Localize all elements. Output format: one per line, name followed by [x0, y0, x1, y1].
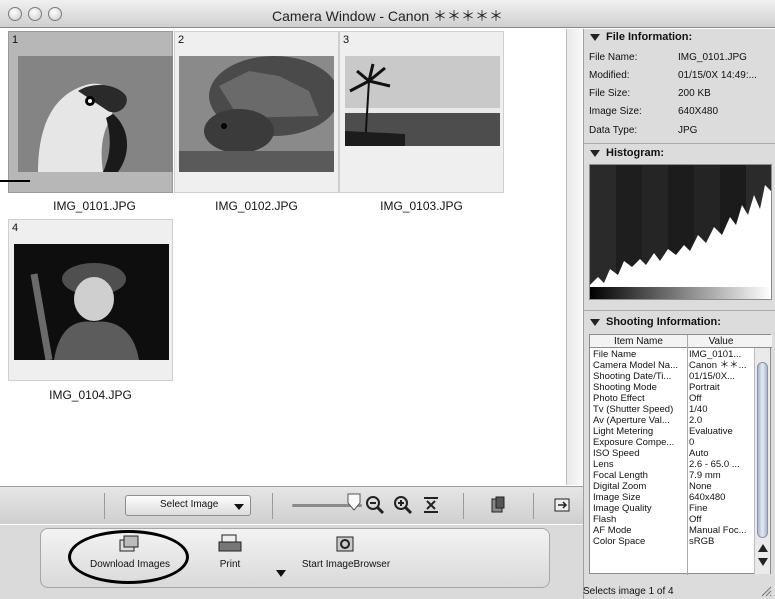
- status-text: Selects image 1 of 4: [583, 586, 674, 597]
- dropdown-arrow-icon: [234, 504, 244, 510]
- imagebrowser-icon: [336, 536, 354, 552]
- table-row: Camera Model Na... Canon ＊＊...: [593, 360, 747, 371]
- panel-divider: [584, 143, 775, 144]
- column-header-item-name[interactable]: Item Name: [590, 336, 687, 347]
- table-row: Image Quality Fine: [593, 503, 708, 514]
- toolbar-divider: [533, 493, 534, 519]
- column-header-value[interactable]: Value: [688, 336, 754, 347]
- thumbnail-1[interactable]: 1: [8, 31, 173, 193]
- table-row: File Name IMG_0101...: [593, 349, 742, 360]
- thumbnail-4[interactable]: 4: [8, 219, 173, 381]
- window-title: Camera Window - Canon ＊＊＊＊＊: [271, 8, 504, 24]
- photo-beach-sunset: [345, 56, 500, 146]
- callout-line: [0, 180, 30, 182]
- delete-icon[interactable]: [488, 495, 508, 515]
- photo-parrot: [18, 56, 173, 172]
- thumbnail-caption: IMG_0102.JPG: [215, 199, 298, 213]
- info-panel: File Information: File Name: IMG_0101.JPG…: [583, 29, 775, 599]
- toolbar-divider: [272, 493, 273, 519]
- shooting-information-header[interactable]: Shooting Information:: [590, 316, 721, 328]
- disclosure-triangle-icon: [590, 149, 600, 157]
- table-row: Focal Length 7.9 mm: [593, 470, 721, 481]
- file-information-header[interactable]: File Information:: [590, 31, 692, 43]
- histogram-chart: [589, 164, 772, 300]
- scroll-down-icon[interactable]: [758, 558, 768, 566]
- resize-grip-icon[interactable]: [760, 585, 772, 597]
- table-row: Image Size 640x480: [593, 492, 726, 503]
- table-row: Flash Off: [593, 514, 702, 525]
- select-image-label: Select Image: [160, 499, 219, 510]
- table-row: Lens 2.6 - 65.0 ...: [593, 459, 740, 470]
- shooting-info-table: Item Name Value File Name IMG_0101... Cam…: [589, 334, 772, 575]
- fit-icon[interactable]: [421, 495, 441, 515]
- table-header: Item Name Value: [590, 335, 772, 348]
- table-row: Shooting Date/Ti... 01/15/0X...: [593, 371, 735, 382]
- zoom-in-icon[interactable]: [393, 495, 413, 515]
- table-row: AF Mode Manual Foc...: [593, 525, 747, 536]
- select-image-dropdown[interactable]: Select Image: [125, 495, 251, 516]
- panel-divider: [584, 310, 775, 311]
- thumbnail-number: 3: [343, 34, 350, 46]
- thumbnail-number: 4: [12, 222, 19, 234]
- table-row: Av (Aperture Val... 2.0: [593, 415, 703, 426]
- zoom-out-icon[interactable]: [365, 495, 385, 515]
- toolbar-divider: [463, 493, 464, 519]
- thumbnail-2[interactable]: 2: [174, 31, 339, 193]
- print-options-arrow-icon[interactable]: [276, 570, 286, 577]
- table-row: Color Space sRGB: [593, 536, 715, 547]
- print-button[interactable]: Print: [205, 534, 255, 570]
- table-row: ISO Speed Auto: [593, 448, 709, 459]
- thumbnail-caption: IMG_0101.JPG: [53, 199, 136, 213]
- thumbnail-number: 2: [178, 34, 185, 46]
- table-row: Exposure Compe... 0: [593, 437, 695, 448]
- disclosure-triangle-icon: [590, 318, 600, 326]
- start-imagebrowser-button[interactable]: Start ImageBrowser: [296, 534, 396, 570]
- table-row: Shooting Mode Portrait: [593, 382, 720, 393]
- callout-ellipse: [68, 530, 189, 584]
- histogram-header[interactable]: Histogram:: [590, 147, 664, 159]
- table-row: Tv (Shutter Speed) 1/40: [593, 404, 708, 415]
- photo-tortoise: [179, 56, 334, 172]
- disclosure-triangle-icon: [590, 33, 600, 41]
- table-row: Digital Zoom None: [593, 481, 712, 492]
- thumbnail-caption: IMG_0103.JPG: [380, 199, 463, 213]
- table-row: Light Metering Evaluative: [593, 426, 733, 437]
- scrollbar-thumb[interactable]: [757, 362, 768, 538]
- print-label: Print: [219, 559, 241, 570]
- toolbar-divider: [104, 493, 105, 519]
- table-row: Photo Effect Off: [593, 393, 702, 404]
- scroll-up-icon[interactable]: [758, 544, 768, 552]
- thumbnail-caption: IMG_0104.JPG: [49, 388, 132, 402]
- title-bar: Camera Window - Canon ＊＊＊＊＊: [0, 0, 775, 28]
- photo-child: [14, 244, 169, 360]
- thumbnail-scrollbar[interactable]: [566, 29, 583, 485]
- view-toolbar: Select Image: [0, 486, 583, 524]
- table-scrollbar[interactable]: [754, 348, 770, 574]
- thumbnail-number: 1: [12, 34, 19, 46]
- printer-icon: [218, 534, 242, 552]
- export-icon[interactable]: [552, 495, 572, 515]
- slider-knob[interactable]: [347, 493, 361, 511]
- thumbnail-3[interactable]: 3: [339, 31, 504, 193]
- start-imagebrowser-label: Start ImageBrowser: [301, 559, 391, 570]
